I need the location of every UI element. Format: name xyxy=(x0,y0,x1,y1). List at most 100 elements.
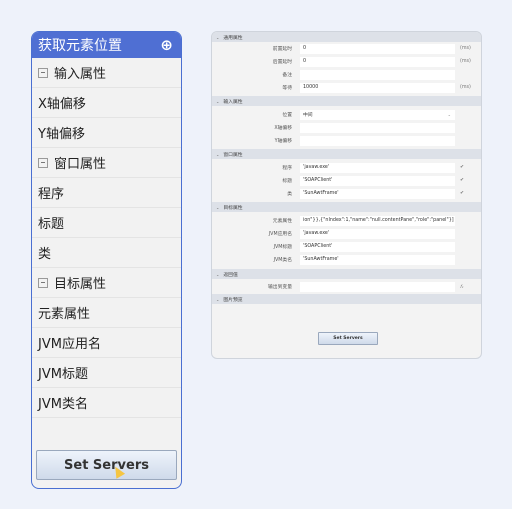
row-y-offset[interactable]: Y轴偏移 xyxy=(32,118,181,148)
chevron-down-icon[interactable]: ⌄ xyxy=(216,35,219,40)
prop-label: 类 xyxy=(287,192,292,197)
y-offset-input[interactable] xyxy=(300,135,455,146)
program-input[interactable]: 'javaw.exe' xyxy=(300,162,455,173)
checkmark-icon[interactable]: ✔ xyxy=(460,165,464,170)
collapse-icon[interactable] xyxy=(38,277,48,288)
prop-row: 标题 'SOAPClient' ✔ xyxy=(212,174,481,187)
prop-row: 后置延时 0 (ms) xyxy=(212,55,481,68)
group-window-properties[interactable]: 窗口属性 xyxy=(32,148,181,178)
group-label: 输入属性 xyxy=(54,67,107,82)
activity-title: 获取元素位置 xyxy=(38,38,122,54)
row-title[interactable]: 标题 xyxy=(32,208,181,238)
row-label: 程序 xyxy=(38,187,65,202)
row-label: Y轴偏移 xyxy=(38,127,85,142)
prop-row: 位置 中间 ⌄ xyxy=(212,108,481,121)
dropdown-arrow-icon[interactable]: ⌄ xyxy=(448,112,451,117)
checkmark-icon[interactable]: ✔ xyxy=(460,191,464,196)
preview-set-servers-button[interactable]: Set Servers xyxy=(318,332,378,345)
activity-card[interactable]: 获取元素位置 ⊕ 返回值 输入属性 X轴偏移 Y轴偏移 窗口属性 程序 标题 类… xyxy=(31,31,182,489)
output-variable-input[interactable] xyxy=(300,281,455,292)
section-target[interactable]: ⌄ 目标属性 xyxy=(212,202,481,212)
prop-row: 类 'SunAwtFrame' ✔ xyxy=(212,187,481,200)
chevron-down-icon[interactable]: ⌄ xyxy=(216,272,219,277)
row-label: 元素属性 xyxy=(38,307,91,322)
prop-row: 备注 xyxy=(212,68,481,81)
crosshair-icon[interactable]: ⊕ xyxy=(160,36,173,54)
row-element-properties[interactable]: 元素属性 xyxy=(32,298,181,328)
chevron-down-icon[interactable]: ⌄ xyxy=(216,99,219,104)
set-servers-button[interactable]: Set Servers xyxy=(36,450,177,480)
row-x-offset[interactable]: X轴偏移 xyxy=(32,88,181,118)
position-value: 中间 xyxy=(303,113,313,118)
jvm-app-name-input[interactable]: 'javaw.exe' xyxy=(300,228,455,239)
collapse-icon[interactable] xyxy=(38,157,48,168)
class-input[interactable]: 'SunAwtFrame' xyxy=(300,188,455,199)
section-title: 返回值 xyxy=(223,272,238,278)
prop-row: JVM标题 'SOAPClient' xyxy=(212,240,481,253)
unit-label: (ms) xyxy=(460,59,471,64)
section-general[interactable]: ⌄ 通用属性 xyxy=(212,32,481,42)
jvm-class-input[interactable]: 'SunAwtFrame' xyxy=(300,254,455,265)
prop-row: 等待 10000 (ms) xyxy=(212,81,481,94)
group-input-properties[interactable]: 输入属性 xyxy=(32,58,181,88)
prop-row: 程序 'javaw.exe' ✔ xyxy=(212,161,481,174)
remark-input[interactable] xyxy=(300,69,455,80)
row-jvm-class[interactable]: JVM类名 xyxy=(32,388,181,418)
element-properties-input[interactable]: ion"}},{"nIndex":1,"name":"null.contentP… xyxy=(300,215,455,226)
row-label: JVM应用名 xyxy=(38,337,101,352)
collapse-icon[interactable] xyxy=(38,67,48,78)
chevron-down-icon[interactable]: ⌄ xyxy=(216,205,219,210)
unit-label: (ms) xyxy=(460,46,471,51)
title-input[interactable]: 'SOAPClient' xyxy=(300,175,455,186)
row-label: X轴偏移 xyxy=(38,97,86,112)
section-title: 输入属性 xyxy=(223,99,243,105)
wait-input[interactable]: 10000 xyxy=(300,82,455,93)
jvm-title-input[interactable]: 'SOAPClient' xyxy=(300,241,455,252)
prop-label: 元素属性 xyxy=(272,219,292,224)
position-select[interactable]: 中间 ⌄ xyxy=(300,109,455,120)
chevron-down-icon[interactable]: ⌄ xyxy=(216,152,219,157)
section-input[interactable]: ⌄ 输入属性 xyxy=(212,96,481,106)
section-window[interactable]: ⌄ 窗口属性 xyxy=(212,149,481,159)
post-delay-input[interactable]: 0 xyxy=(300,56,455,67)
chevron-down-icon[interactable]: ⌄ xyxy=(216,297,219,302)
prop-label: JVM标题 xyxy=(273,245,292,250)
activity-card-header: 获取元素位置 ⊕ xyxy=(32,32,181,58)
prop-label: 前置延时 xyxy=(272,47,292,52)
section-title: 通用属性 xyxy=(223,35,243,41)
row-jvm-app-name[interactable]: JVM应用名 xyxy=(32,328,181,358)
prop-label: 位置 xyxy=(282,113,292,118)
group-label: 目标属性 xyxy=(54,277,107,292)
function-icon[interactable]: 𝑓ₓ xyxy=(460,284,464,290)
section-title: 目标属性 xyxy=(223,205,243,211)
prop-label: JVM应用名 xyxy=(268,232,292,237)
button-label: Set Servers xyxy=(64,457,149,473)
prop-row: JVM类名 'SunAwtFrame' xyxy=(212,253,481,266)
prop-label: X轴偏移 xyxy=(274,126,292,131)
row-program[interactable]: 程序 xyxy=(32,178,181,208)
prop-row: 元素属性 ion"}},{"nIndex":1,"name":"null.cont… xyxy=(212,214,481,227)
row-class[interactable]: 类 xyxy=(32,238,181,268)
row-label: JVM类名 xyxy=(38,397,88,412)
x-offset-input[interactable] xyxy=(300,122,455,133)
section-image-preview[interactable]: ⌄ 图片预览 xyxy=(212,294,481,304)
prop-row: 输出到变量 𝑓ₓ xyxy=(212,280,481,293)
row-label: JVM标题 xyxy=(38,367,88,382)
checkmark-icon[interactable]: ✔ xyxy=(460,178,464,183)
section-return[interactable]: ⌄ 返回值 xyxy=(212,269,481,279)
prop-row: Y轴偏移 xyxy=(212,134,481,147)
properties-panel: ⌄ 通用属性 前置延时 0 (ms) 后置延时 0 (ms) 备注 等待 10000 (ms)… xyxy=(211,31,482,359)
prop-row: 前置延时 0 (ms) xyxy=(212,42,481,55)
prop-label: 等待 xyxy=(282,86,292,91)
button-label: Set Servers xyxy=(333,336,363,341)
group-label: 窗口属性 xyxy=(54,157,107,172)
pre-delay-input[interactable]: 0 xyxy=(300,43,455,54)
prop-label: Y轴偏移 xyxy=(274,139,292,144)
group-target-properties[interactable]: 目标属性 xyxy=(32,268,181,298)
section-title: 窗口属性 xyxy=(223,152,243,158)
section-title: 图片预览 xyxy=(223,297,243,303)
prop-row: JVM应用名 'javaw.exe' xyxy=(212,227,481,240)
prop-label: 输出到变量 xyxy=(268,285,292,290)
row-jvm-title[interactable]: JVM标题 xyxy=(32,358,181,388)
prop-label: 标题 xyxy=(282,179,292,184)
